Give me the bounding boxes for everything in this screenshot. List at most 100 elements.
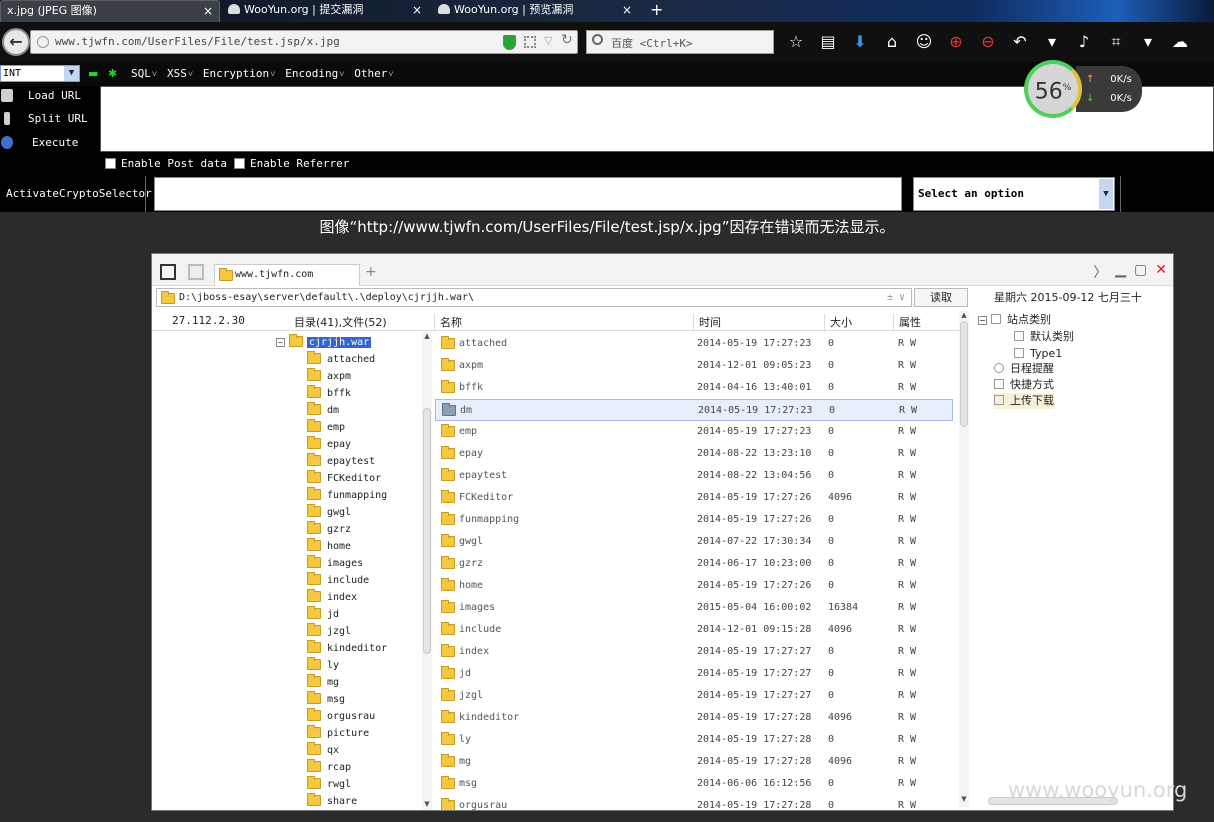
menu-other[interactable]: Other	[354, 67, 393, 80]
upload-download-node[interactable]: 上传下载	[994, 393, 1054, 409]
file-row[interactable]: bffk 2014-04-16 13:40:01 0 R W	[435, 377, 953, 399]
tree-folder-item[interactable]: qx	[307, 742, 339, 759]
fm-tab[interactable]: www.tjwfn.com	[214, 264, 360, 286]
volume-icon[interactable]: ♪	[1073, 30, 1095, 54]
path-input[interactable]: D:\jboss-esay\server\default\.\deploy\cj…	[156, 288, 912, 307]
file-row[interactable]: mg 2014-05-19 17:27:28 4096 R W	[435, 751, 953, 773]
tree-root[interactable]: − cjrjjh.war	[276, 334, 372, 351]
execute-button[interactable]: Execute	[0, 133, 98, 153]
tree-folder-item[interactable]: jzgl	[307, 623, 351, 640]
tree-folder-item[interactable]: gwgl	[307, 504, 351, 521]
new-tab-button[interactable]: +	[650, 0, 663, 20]
tab-close-icon[interactable]: ×	[412, 0, 422, 20]
menu-encoding[interactable]: Encoding	[285, 67, 344, 80]
file-row[interactable]: dm 2014-05-19 17:27:23 0 R W	[435, 399, 953, 421]
sidebar-toggle-icon[interactable]	[160, 264, 176, 280]
file-row[interactable]: gwgl 2014-07-22 17:30:34 0 R W	[435, 531, 953, 553]
file-row[interactable]: attached 2014-05-19 17:27:23 0 R W	[435, 333, 953, 355]
tree-folder-item[interactable]: kindeditor	[307, 640, 387, 657]
tree-folder-item[interactable]: jd	[307, 606, 339, 623]
file-row[interactable]: emp 2014-05-19 17:27:23 0 R W	[435, 421, 953, 443]
tree-folder-item[interactable]: FCKeditor	[307, 470, 381, 487]
tree-folder-item[interactable]: attached	[307, 351, 375, 368]
network-speed-widget[interactable]: ↑ 0K/s ↓ 0K/s 56%	[1024, 60, 1142, 118]
file-row[interactable]: kindeditor 2014-05-19 17:27:28 4096 R W	[435, 707, 953, 729]
menu-xss[interactable]: XSS	[167, 67, 193, 80]
file-row[interactable]: include 2014-12-01 09:15:28 4096 R W	[435, 619, 953, 641]
qrcode-icon[interactable]	[524, 36, 536, 48]
column-time[interactable]: 时间	[699, 314, 721, 330]
default-category-node[interactable]: 默认类别	[1014, 329, 1074, 345]
scroll-thumb[interactable]	[423, 408, 431, 654]
site-category-node[interactable]: − 站点类别	[978, 312, 1051, 328]
type1-node[interactable]: Type1	[1014, 346, 1062, 362]
tab-submit-vuln[interactable]: WooYun.org | 提交漏洞 ×	[222, 0, 428, 22]
file-row[interactable]: ly 2014-05-19 17:27:28 0 R W	[435, 729, 953, 751]
crypto-input[interactable]	[154, 177, 902, 211]
enable-post-checkbox[interactable]	[105, 158, 116, 169]
reload-icon[interactable]: ↻	[561, 32, 573, 48]
tree-folder-item[interactable]: epay	[307, 436, 351, 453]
load-url-button[interactable]: Load URL	[0, 86, 98, 106]
zoom-in-icon[interactable]: ⊕	[945, 30, 967, 54]
path-options[interactable]: ± ∨	[887, 289, 905, 306]
menu-sql[interactable]: SQL	[131, 67, 157, 80]
crop-icon[interactable]: ⌗	[1105, 30, 1127, 54]
menu-encryption[interactable]: Encryption	[203, 67, 275, 80]
split-url-button[interactable]: Split URL	[0, 109, 98, 129]
cloud-icon[interactable]: ☁	[1169, 30, 1191, 54]
scroll-up-icon[interactable]: ▲	[422, 332, 432, 340]
load-green-icon[interactable]: ▬	[88, 67, 98, 80]
tree-folder-item[interactable]: axpm	[307, 368, 351, 385]
file-row[interactable]: jzgl 2014-05-19 17:27:27 0 R W	[435, 685, 953, 707]
column-name[interactable]: 名称	[440, 314, 462, 330]
file-list-scrollbar[interactable]: ▲ ▼	[959, 311, 969, 807]
scroll-down-icon[interactable]: ▼	[422, 800, 432, 808]
tree-folder-item[interactable]: ly	[307, 657, 339, 674]
reading-list-icon[interactable]: ▤	[817, 30, 839, 54]
crypto-option-select[interactable]: Select an option ▼	[913, 177, 1115, 211]
dropdown-icon[interactable]: ▽	[544, 34, 552, 47]
tree-scrollbar[interactable]: ▲ ▼	[422, 332, 432, 810]
tree-folder-item[interactable]: index	[307, 589, 357, 606]
file-row[interactable]: msg 2014-06-06 16:12:56 0 R W	[435, 773, 953, 795]
column-size[interactable]: 大小	[830, 314, 852, 330]
collapse-icon[interactable]: −	[276, 338, 285, 347]
chevron-right-icon[interactable]: 〉	[1093, 262, 1107, 282]
scroll-up-icon[interactable]: ▲	[959, 311, 969, 319]
tree-folder-item[interactable]: dm	[307, 402, 339, 419]
tab-image[interactable]: x.jpg (JPEG 图像) ×	[0, 0, 220, 22]
tree-folder-item[interactable]: home	[307, 538, 351, 555]
tab-close-icon[interactable]: ×	[203, 1, 213, 21]
undo-icon[interactable]: ↶	[1009, 30, 1031, 54]
maximize-icon[interactable]: ▢	[1134, 262, 1147, 282]
file-row[interactable]: home 2014-05-19 17:27:26 0 R W	[435, 575, 953, 597]
int-select[interactable]: INT ▼	[0, 65, 80, 82]
file-row[interactable]: axpm 2014-12-01 09:05:23 0 R W	[435, 355, 953, 377]
file-row[interactable]: FCKeditor 2014-05-19 17:27:26 4096 R W	[435, 487, 953, 509]
tree-folder-item[interactable]: rcap	[307, 759, 351, 776]
file-row[interactable]: funmapping 2014-05-19 17:27:26 0 R W	[435, 509, 953, 531]
tab-preview-vuln[interactable]: WooYun.org | 预览漏洞 ×	[432, 0, 638, 22]
bookmark-star-icon[interactable]: ☆	[785, 30, 807, 54]
tab-close-icon[interactable]: ×	[622, 0, 632, 20]
chevron-down-icon[interactable]: ▼	[1099, 179, 1113, 209]
minimize-icon[interactable]: ▁	[1115, 262, 1126, 282]
file-row[interactable]: images 2015-05-04 16:00:02 16384 R W	[435, 597, 953, 619]
search-box[interactable]: 百度 <Ctrl+K>	[586, 30, 774, 54]
schedule-node[interactable]: 日程提醒	[994, 361, 1054, 377]
back-button[interactable]: ←	[2, 28, 30, 56]
scroll-down-icon[interactable]: ▼	[959, 795, 969, 803]
address-bar[interactable]: www.tjwfn.com/UserFiles/File/test.jsp/x.…	[30, 30, 578, 54]
file-row[interactable]: jd 2014-05-19 17:27:27 0 R W	[435, 663, 953, 685]
close-icon[interactable]: ✕	[1155, 262, 1167, 282]
file-row[interactable]: index 2014-05-19 17:27:27 0 R W	[435, 641, 953, 663]
file-row[interactable]: epaytest 2014-08-22 13:04:56 0 R W	[435, 465, 953, 487]
file-row[interactable]: epay 2014-08-22 13:23:10 0 R W	[435, 443, 953, 465]
column-attr[interactable]: 属性	[899, 314, 921, 330]
star-green-icon[interactable]: ✱	[108, 67, 117, 80]
tree-folder-item[interactable]: gzrz	[307, 521, 351, 538]
read-button[interactable]: 读取	[914, 288, 968, 307]
screenshot-menu-icon[interactable]: ▾	[1137, 30, 1159, 54]
tree-folder-item[interactable]: orgusrau	[307, 708, 375, 725]
